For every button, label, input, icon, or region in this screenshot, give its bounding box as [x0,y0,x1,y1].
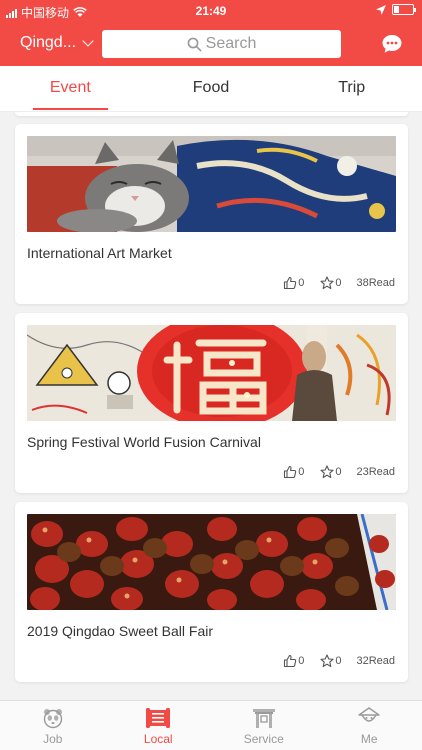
event-image-fu-character-mural [27,325,396,421]
nav-service-label: Service [243,732,284,746]
app-header: Qingd... Search [0,22,422,66]
favorite-count-value: 0 [335,655,342,667]
thumbs-up-icon [284,465,297,479]
star-icon [320,276,334,290]
favorite-count[interactable]: 0 [320,465,341,479]
read-count: 23Read [356,466,395,478]
nav-job-label: Job [43,732,63,746]
favorite-count[interactable]: 0 [320,654,341,668]
like-count[interactable]: 0 [283,465,304,479]
event-card[interactable]: 2019 Qingdao Sweet Ball Fair 0 0 32Read [15,502,408,682]
clock: 21:49 [195,4,227,18]
star-icon [320,654,334,668]
gate-icon [252,709,275,728]
read-count: 38Read [356,277,395,289]
location-arrow-icon [376,4,386,15]
search-input[interactable]: Search [102,30,341,58]
nav-local[interactable]: Local [106,701,212,750]
city-label: Qingd... [20,34,77,51]
panda-icon [43,709,62,729]
scroll-icon [146,708,171,728]
city-selector[interactable]: Qingd... [20,34,94,52]
status-right [376,4,416,15]
nav-me[interactable]: Me [317,701,422,750]
like-count-value: 0 [298,277,305,289]
event-image-cat-on-blanket [27,136,396,232]
thumbs-up-icon [284,276,297,290]
event-card[interactable]: International Art Market 0 0 38Read [15,124,408,304]
like-count-value: 0 [298,655,305,667]
tab-event[interactable]: Event [0,66,141,111]
nav-service[interactable]: Service [211,701,317,750]
nav-job[interactable]: Job [0,701,106,750]
favorite-count-value: 0 [335,277,342,289]
event-title: 2019 Qingdao Sweet Ball Fair [27,623,213,639]
event-title: International Art Market [27,245,172,261]
event-feed[interactable]: International Art Market 0 0 38Read Spri… [0,112,422,700]
star-icon [320,465,334,479]
nav-local-label: Local [143,732,173,746]
event-stats: 0 0 23Read [273,465,395,479]
event-title: Spring Festival World Fusion Carnival [27,434,261,450]
thumbs-up-icon [284,654,297,668]
status-bar: 中国移动 21:49 [0,0,422,22]
tab-food[interactable]: Food [141,66,282,111]
nav-me-label: Me [360,732,378,746]
search-icon [187,37,202,51]
tab-trip[interactable]: Trip [281,66,422,111]
previous-card-edge [15,112,408,116]
battery-icon [392,4,416,15]
chevron-down-icon [82,35,94,47]
like-count[interactable]: 0 [283,654,304,668]
event-stats: 0 0 32Read [273,654,395,668]
chat-bubble-icon[interactable] [380,32,404,56]
favorite-count[interactable]: 0 [320,276,341,290]
event-stats: 0 0 38Read [273,276,395,290]
like-count[interactable]: 0 [283,276,304,290]
bottom-tab-bar: Job Local Service Me [0,700,422,750]
event-image-candied-skewers [27,514,396,610]
favorite-count-value: 0 [335,466,342,478]
event-card[interactable]: Spring Festival World Fusion Carnival 0 … [15,313,408,493]
person-hat-icon [358,707,380,722]
search-placeholder: Search [205,35,257,52]
category-tabs: Event Food Trip [0,66,422,112]
read-count: 32Read [356,655,395,667]
like-count-value: 0 [298,466,305,478]
